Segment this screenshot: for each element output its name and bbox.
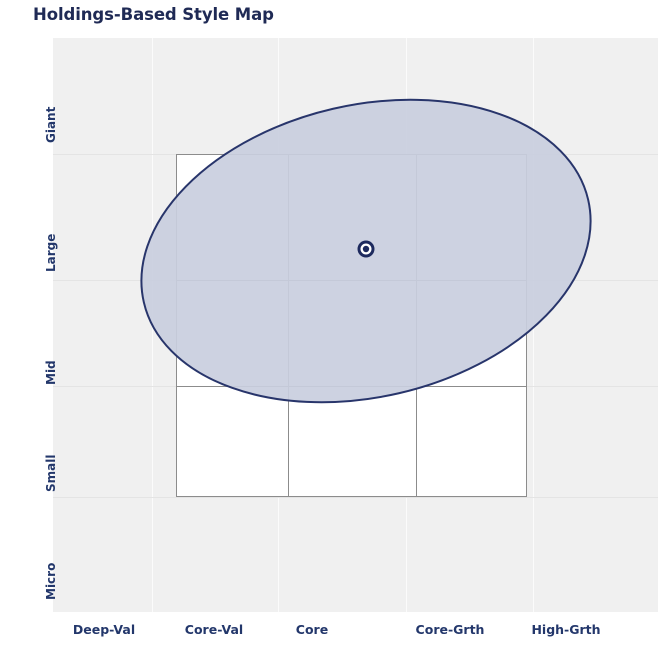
x-axis-tick-deep-val: Deep-Val [72,622,136,637]
y-axis-tick-mid: Mid [44,360,58,385]
style-box-grid [176,154,527,497]
chart-title: Holdings-Based Style Map [33,5,274,24]
holdings-style-map-chart: Holdings-Based Style Map Giant Large Mid… [0,0,665,655]
horizontal-gridline-4 [53,497,658,498]
x-axis-tick-high-grth: High-Grth [531,622,601,637]
y-axis-tick-micro: Micro [44,562,58,600]
style-box-horizontal-divider-1 [177,280,526,281]
x-axis-tick-core-grth: Core-Grth [415,622,485,637]
y-axis-tick-small: Small [44,454,58,492]
y-axis-tick-giant: Giant [44,106,58,143]
y-axis-tick-large: Large [44,233,58,272]
style-box-horizontal-divider-2 [177,386,526,387]
x-axis-tick-core: Core [295,622,329,637]
vertical-gridline-1 [152,38,153,612]
vertical-gridline-4 [533,38,534,612]
x-axis-tick-core-val: Core-Val [184,622,244,637]
plot-area [53,38,658,612]
style-box-vertical-divider-1 [288,155,289,496]
style-box-vertical-divider-2 [416,155,417,496]
